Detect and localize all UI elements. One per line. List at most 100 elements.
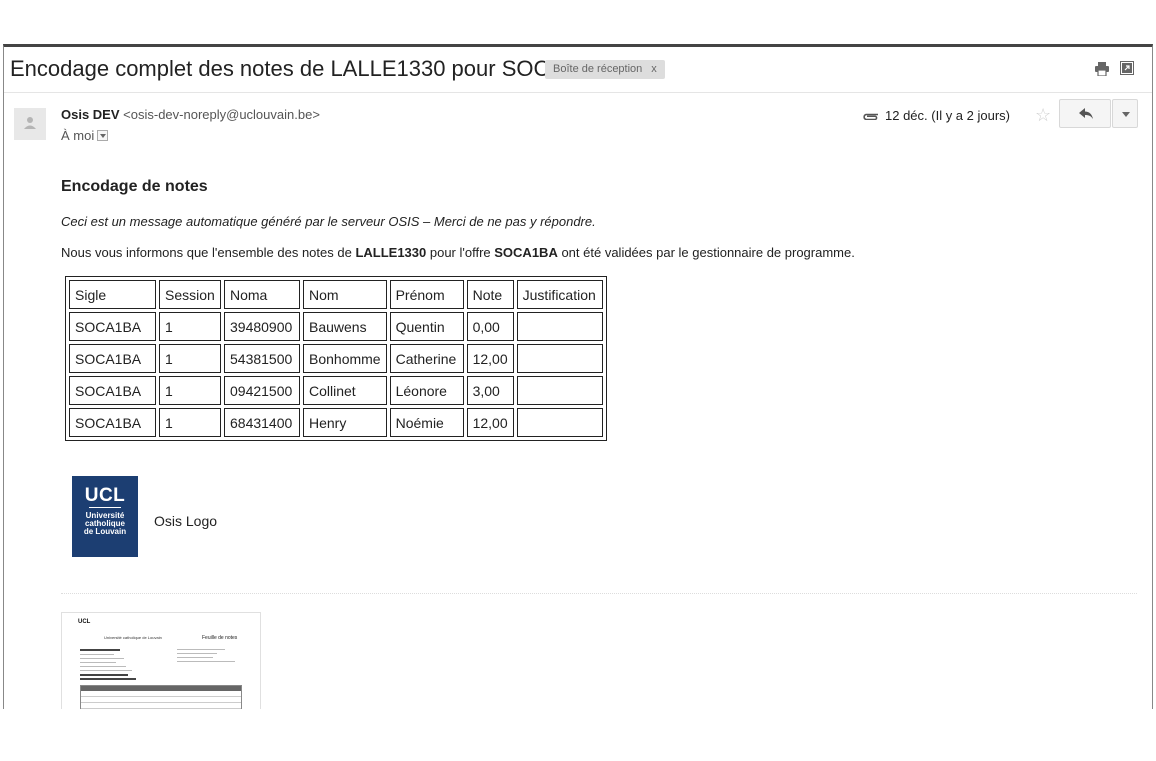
email-subject: Encodage complet des notes de LALLE1330 …	[10, 56, 606, 81]
attachment-text-line	[80, 674, 128, 676]
table-row: SOCA1BA 1 39480900 Bauwens Quentin 0,00	[69, 312, 603, 341]
sender-line: Osis DEV <osis-dev-noreply@uclouvain.be>	[61, 107, 320, 122]
inbox-label-text: Boîte de réception	[553, 63, 643, 75]
ucl-logo: UCL Université catholique de Louvain	[72, 476, 138, 557]
column-header: Note	[466, 280, 514, 309]
table-cell: SOCA1BA	[69, 344, 156, 373]
attachment-text-line	[80, 662, 116, 663]
sender-name[interactable]: Osis DEV	[61, 107, 120, 122]
column-header: Justification	[516, 280, 603, 309]
logo-line-3: de Louvain	[83, 527, 127, 536]
attachment-table-row	[81, 696, 241, 697]
recipient-line: À moi	[61, 128, 109, 143]
attachment-logo: UCL	[78, 619, 91, 625]
table-row: SOCA1BA 1 09421500 Collinet Léonore 3,00	[69, 376, 603, 405]
chevron-down-icon[interactable]	[97, 130, 109, 141]
table-cell: 39480900	[224, 312, 300, 341]
inbox-label-chip[interactable]: Boîte de réception x	[545, 60, 665, 79]
subject-row: Encodage complet des notes de LALLE1330 …	[4, 47, 1152, 93]
table-cell	[516, 344, 603, 373]
table-header-row: Sigle Session Noma Nom Prénom Note Justi…	[69, 280, 603, 309]
table-cell: SOCA1BA	[69, 312, 156, 341]
table-row: SOCA1BA 1 68431400 Henry Noémie 12,00	[69, 408, 603, 437]
table-cell: SOCA1BA	[69, 376, 156, 405]
reply-button[interactable]	[1059, 99, 1111, 128]
table-cell: 1	[159, 344, 221, 373]
email-meta: 12 déc. (Il y a 2 jours)	[862, 108, 1010, 123]
table-cell: 1	[159, 312, 221, 341]
table-cell	[516, 408, 603, 437]
email-view: Encodage complet des notes de LALLE1330 …	[3, 44, 1153, 709]
attachment-university: Université catholique de Louvain	[104, 635, 162, 640]
table-row: SOCA1BA 1 54381500 Bonhomme Catherine 12…	[69, 344, 603, 373]
attachment-table-row	[81, 708, 241, 709]
table-cell: Noémie	[389, 408, 464, 437]
attachment-text-line	[177, 657, 213, 658]
attachment-text-line	[80, 670, 132, 671]
table-cell: 09421500	[224, 376, 300, 405]
logo-divider	[89, 507, 121, 508]
logo-university-name: Université catholique de Louvain	[72, 512, 138, 536]
table-cell: 0,00	[466, 312, 514, 341]
table-cell: 1	[159, 376, 221, 405]
column-header: Sigle	[69, 280, 156, 309]
table-cell: Bauwens	[303, 312, 387, 341]
star-icon[interactable]: ☆	[1035, 106, 1051, 124]
table-cell: Catherine	[389, 344, 464, 373]
table-cell: 12,00	[466, 408, 514, 437]
attachment-text-line	[80, 658, 124, 659]
attachment-text-line	[80, 649, 120, 651]
attachment-title: Feuille de notes	[202, 635, 238, 641]
table-cell: SOCA1BA	[69, 408, 156, 437]
logo-caption: Osis Logo	[154, 513, 218, 529]
info-suffix: ont été validées par le gestionnaire de …	[557, 245, 855, 260]
email-date: 12 déc. (Il y a 2 jours)	[885, 108, 1010, 123]
body-heading: Encodage de notes	[61, 178, 208, 195]
table-cell	[516, 312, 603, 341]
print-icon[interactable]	[1094, 62, 1110, 77]
logo-abbr: UCL	[84, 485, 126, 506]
paperclip-icon	[863, 113, 878, 120]
table-cell: 12,00	[466, 344, 514, 373]
column-header: Noma	[224, 280, 300, 309]
table-cell: 1	[159, 408, 221, 437]
attachment-text-line	[177, 661, 235, 662]
attachment-text-line	[80, 654, 114, 655]
recipient-text: À moi	[61, 128, 95, 143]
info-message: Nous vous informons que l'ensemble des n…	[61, 245, 855, 260]
attachment-text-line	[80, 678, 136, 680]
default-avatar-icon	[24, 117, 36, 129]
attachment-text-line	[80, 666, 126, 667]
table-cell: Léonore	[389, 376, 464, 405]
column-header: Nom	[303, 280, 387, 309]
table-cell: 68431400	[224, 408, 300, 437]
attachment-divider	[61, 593, 1137, 594]
sender-email: <osis-dev-noreply@uclouvain.be>	[123, 107, 320, 122]
table-cell	[516, 376, 603, 405]
notes-table: Sigle Session Noma Nom Prénom Note Justi…	[65, 276, 607, 441]
table-cell: Quentin	[389, 312, 464, 341]
attachment-table-row	[81, 702, 241, 703]
info-prefix: Nous vous informons que l'ensemble des n…	[61, 245, 356, 260]
attachment-text-line	[177, 649, 225, 650]
column-header: Session	[159, 280, 221, 309]
more-actions-button[interactable]	[1112, 99, 1138, 128]
attachment-text-line	[177, 653, 217, 654]
reply-icon	[1079, 108, 1093, 119]
new-window-icon[interactable]	[1120, 61, 1134, 75]
attachment-table-header	[81, 686, 241, 691]
remove-label-button[interactable]: x	[651, 63, 657, 75]
column-header: Prénom	[389, 280, 464, 309]
table-cell: 54381500	[224, 344, 300, 373]
table-cell: 3,00	[466, 376, 514, 405]
sender-avatar	[14, 108, 46, 140]
attachment-thumbnail[interactable]: UCL Université catholique de Louvain Feu…	[61, 612, 261, 709]
auto-message: Ceci est un message automatique généré p…	[61, 214, 596, 229]
attachment-table	[80, 685, 242, 709]
table-cell: Bonhomme	[303, 344, 387, 373]
offer-code: SOCA1BA	[494, 245, 558, 260]
info-middle: pour l'offre	[426, 245, 495, 260]
table-cell: Collinet	[303, 376, 387, 405]
table-cell: Henry	[303, 408, 387, 437]
course-code: LALLE1330	[355, 245, 427, 260]
